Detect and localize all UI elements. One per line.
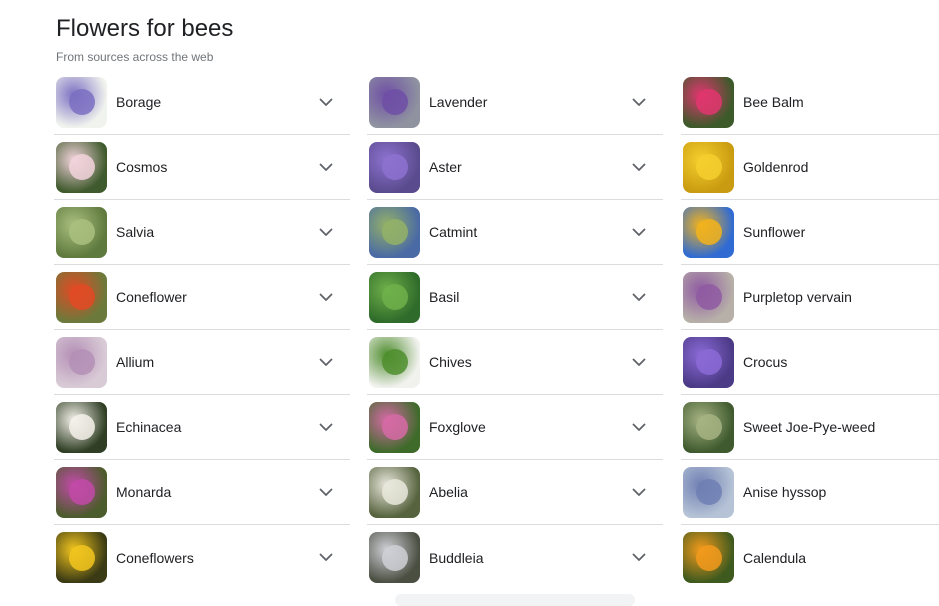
list-item-label: Monarda [116, 484, 172, 500]
chevron-down-icon[interactable] [314, 350, 338, 374]
borage-thumbnail [56, 76, 107, 128]
list-item-label: Aster [429, 159, 462, 175]
list-item-label: Cosmos [116, 159, 168, 175]
list-item-label: Purpletop vervain [743, 289, 852, 305]
buddleia-thumbnail [369, 532, 420, 583]
monarda-thumbnail [56, 466, 107, 518]
list-item-label: Bee Balm [743, 94, 804, 110]
list-item-bee-balm[interactable]: Bee Balm [681, 70, 939, 135]
sunflower-thumbnail [683, 206, 734, 258]
page-title: Flowers for bees [56, 15, 234, 42]
coneflower-thumbnail [56, 271, 107, 323]
list-item-basil[interactable]: Basil [367, 265, 663, 330]
list-item-label: Chives [429, 354, 472, 370]
chevron-down-icon[interactable] [314, 285, 338, 309]
list-item-crocus[interactable]: Crocus [681, 330, 939, 395]
coneflowers-thumbnail [56, 532, 107, 583]
list-item-abelia[interactable]: Abelia [367, 460, 663, 525]
purpletop-vervain-thumbnail [683, 271, 734, 323]
list-item-monarda[interactable]: Monarda [54, 460, 350, 525]
sweet-joe-pye-weed-thumbnail [683, 401, 734, 453]
calendula-thumbnail [683, 532, 734, 583]
list-item-calendula[interactable]: Calendula [681, 525, 939, 590]
crocus-thumbnail [683, 336, 734, 388]
list-item-foxglove[interactable]: Foxglove [367, 395, 663, 460]
list-item-label: Anise hyssop [743, 484, 827, 500]
list-item-label: Allium [116, 354, 155, 370]
list-item-label: Calendula [743, 549, 807, 566]
chevron-down-icon[interactable] [627, 90, 651, 114]
list-item-aster[interactable]: Aster [367, 135, 663, 200]
catmint-thumbnail [369, 206, 420, 258]
list-item-coneflowers[interactable]: Coneflowers [54, 525, 350, 590]
flower-grid: Borage Cosmos Salvia Coneflower Allium Echina… [0, 70, 939, 600]
anise-hyssop-thumbnail [683, 466, 734, 518]
list-item-label: Coneflowers [116, 549, 194, 566]
more-results-pill[interactable] [395, 594, 635, 606]
abelia-thumbnail [369, 466, 420, 518]
list-item-salvia[interactable]: Salvia [54, 200, 350, 265]
list-item-label: Echinacea [116, 419, 182, 435]
basil-thumbnail [369, 271, 420, 323]
list-item-label: Foxglove [429, 419, 486, 435]
cosmos-thumbnail [56, 141, 107, 193]
chevron-down-icon[interactable] [314, 480, 338, 504]
list-item-label: Coneflower [116, 289, 187, 305]
chevron-down-icon[interactable] [627, 220, 651, 244]
list-item-borage[interactable]: Borage [54, 70, 350, 135]
header: Flowers for bees From sources across the… [56, 14, 233, 64]
list-item-allium[interactable]: Allium [54, 330, 350, 395]
salvia-thumbnail [56, 206, 107, 258]
list-item-label: Sunflower [743, 224, 806, 240]
chevron-down-icon[interactable] [314, 155, 338, 179]
list-item-anise-hyssop[interactable]: Anise hyssop [681, 460, 939, 525]
list-item-label: Catmint [429, 224, 478, 240]
list-item-label: Lavender [429, 94, 488, 110]
list-item-label: Borage [116, 94, 162, 110]
page-subtitle: From sources across the web [56, 50, 214, 64]
chevron-down-icon[interactable] [314, 415, 338, 439]
list-item-cosmos[interactable]: Cosmos [54, 135, 350, 200]
list-item-label: Abelia [429, 484, 468, 500]
aster-thumbnail [369, 141, 420, 193]
chevron-down-icon[interactable] [627, 350, 651, 374]
chevron-down-icon[interactable] [627, 480, 651, 504]
list-item-label: Sweet Joe-Pye-weed [743, 419, 876, 435]
echinacea-thumbnail [56, 401, 107, 453]
chevron-down-icon[interactable] [627, 546, 651, 570]
bee-balm-thumbnail [683, 76, 734, 128]
foxglove-thumbnail [369, 401, 420, 453]
list-item-chives[interactable]: Chives [367, 330, 663, 395]
list-item-sweet-joe-pye-weed[interactable]: Sweet Joe-Pye-weed [681, 395, 939, 460]
list-item-goldenrod[interactable]: Goldenrod [681, 135, 939, 200]
list-item-label: Crocus [743, 354, 788, 370]
list-item-label: Basil [429, 289, 460, 305]
list-item-sunflower[interactable]: Sunflower [681, 200, 939, 265]
chevron-down-icon[interactable] [627, 415, 651, 439]
chevron-down-icon[interactable] [627, 155, 651, 179]
lavender-thumbnail [369, 76, 420, 128]
list-item-label: Goldenrod [743, 159, 809, 175]
list-item-catmint[interactable]: Catmint [367, 200, 663, 265]
chevron-down-icon[interactable] [314, 220, 338, 244]
list-item-buddleia[interactable]: Buddleia [367, 525, 663, 590]
chevron-down-icon[interactable] [314, 90, 338, 114]
allium-thumbnail [56, 336, 107, 388]
list-item-echinacea[interactable]: Echinacea [54, 395, 350, 460]
list-item-label: Buddleia [429, 549, 484, 566]
chives-thumbnail [369, 336, 420, 388]
chevron-down-icon[interactable] [314, 546, 338, 570]
list-item-purpletop-vervain[interactable]: Purpletop vervain [681, 265, 939, 330]
list-item-lavender[interactable]: Lavender [367, 70, 663, 135]
list-item-coneflower[interactable]: Coneflower [54, 265, 350, 330]
list-item-label: Salvia [116, 224, 155, 240]
goldenrod-thumbnail [683, 141, 734, 193]
chevron-down-icon[interactable] [627, 285, 651, 309]
